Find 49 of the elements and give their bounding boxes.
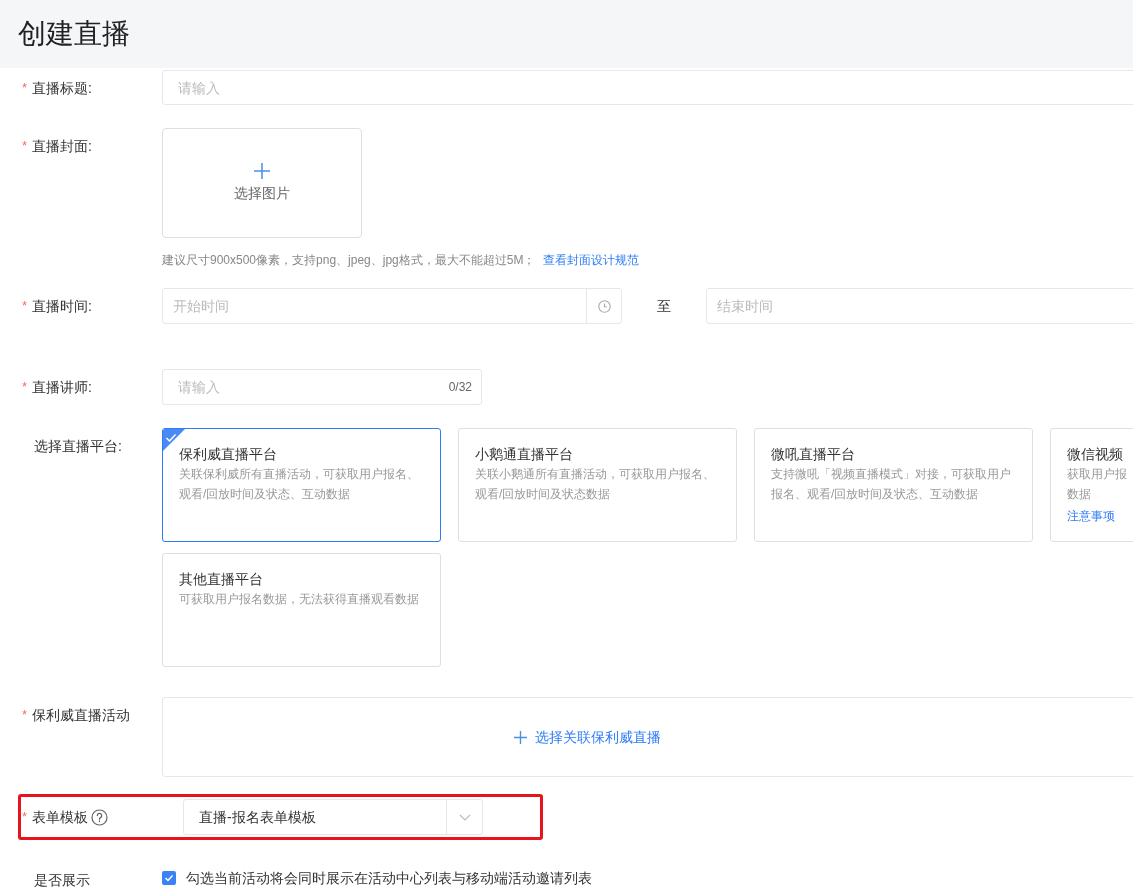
check-icon [164,873,174,883]
required-mark: * [22,378,29,396]
field-label: 选择直播平台: [34,437,122,456]
platform-description: 关联小鹅通所有直播活动，可获取用户报名、观看/回放时间及状态数据 [475,466,716,503]
field-label: 表单模板 [32,808,88,827]
notes-link[interactable]: 注意事项 [1067,506,1133,526]
field-label: 直播标题: [32,79,92,98]
required-mark: * [22,79,29,97]
platform-title: 小鹅通直播平台 [475,445,574,464]
field-label: 直播时间: [32,297,92,316]
platform-option-card[interactable]: 其他直播平台 可获取用户报名数据，无法获得直播观看数据 [162,553,441,667]
field-label: 直播讲师: [32,378,92,397]
required-mark: * [22,297,29,315]
end-time-field[interactable]: 结束时间 [706,288,1133,324]
platform-option-card[interactable]: 微吼直播平台 支持微吼「视频直播模式」对接，可获取用户报名、观看/回放时间及状态、互动数据 [754,428,1033,542]
platform-description: 可获取用户报名数据，无法获得直播观看数据 [179,591,420,608]
field-label: 是否展示 [34,871,90,890]
form-template-select[interactable]: 直播-报名表单模板 [183,799,483,835]
design-guide-link[interactable]: 查看封面设计规范 [543,251,640,269]
platform-title: 其他直播平台 [179,570,264,589]
required-mark: * [22,706,29,724]
character-count: 0/32 [448,379,472,395]
range-separator: 至 [656,296,672,316]
platform-title: 微信视频 [1067,445,1124,464]
plus-icon [254,162,270,179]
platform-title: 保利威直播平台 [179,445,278,464]
platform-option-card[interactable]: 小鹅通直播平台 关联小鹅通所有直播活动，可获取用户报名、观看/回放时间及状态数据 [458,428,737,542]
platform-title: 微吼直播平台 [771,445,856,464]
required-mark: * [22,137,29,155]
upload-hint: 建议尺寸900x500像素，支持png、jpeg、jpg格式，最大不能超过5M； [162,252,536,269]
checkbox-label: 勾选当前活动将会同时展示在活动中心列表与移动端活动邀请列表 [186,868,592,888]
platform-option-card[interactable]: 保利威直播平台 关联保利威所有直播活动，可获取用户报名、观看/回放时间及状态、互动数据 [162,428,441,542]
clock-icon [597,299,611,313]
platform-description: 获取用户报 [1067,466,1128,483]
plus-icon [513,730,527,744]
image-upload-button[interactable]: 选择图片 [162,128,362,238]
field-label: 直播封面: [32,137,92,156]
platform-option-card[interactable]: 微信视频 获取用户报 数据 注意事项 [1050,428,1133,542]
platform-description: 数据 [1067,486,1092,503]
platform-description: 关联保利威所有直播活动，可获取用户报名、观看/回放时间及状态、互动数据 [179,466,420,503]
select-live-activity-area[interactable]: 选择关联保利威直播 [162,697,1133,777]
page-title: 创建直播 [18,17,130,51]
platform-description: 支持微吼「视频直播模式」对接，可获取用户报名、观看/回放时间及状态、互动数据 [771,466,1012,503]
required-mark: * [22,808,29,826]
field-label: 保利威直播活动 [32,706,130,725]
show-checkbox[interactable] [162,871,176,885]
title-input[interactable]: 请输入 [162,70,1133,105]
start-time-field[interactable]: 开始时间 [162,288,622,324]
chevron-down-icon [458,813,471,821]
